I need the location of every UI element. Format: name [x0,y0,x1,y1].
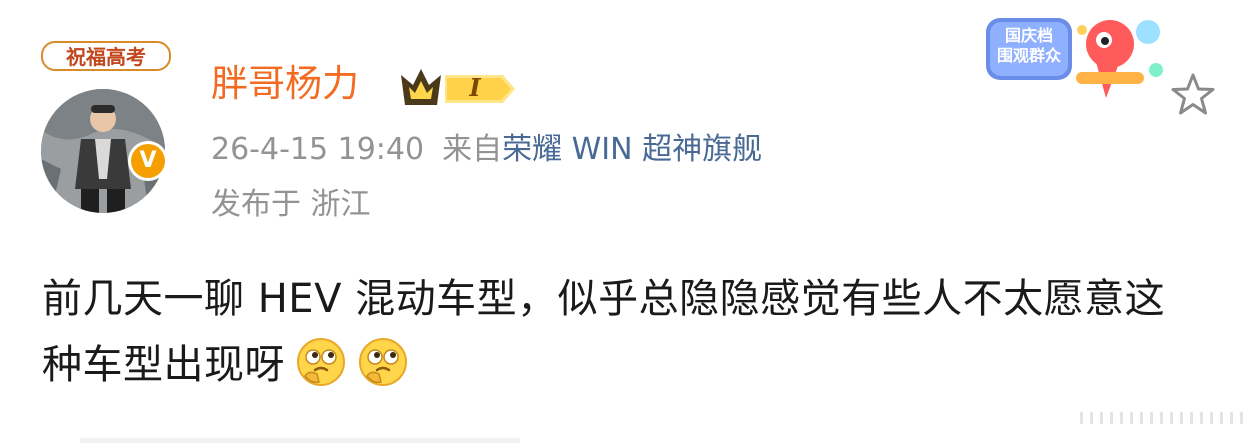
thinking-face-icon [295,336,347,388]
avatar-block[interactable]: 祝福高考 V [36,38,176,213]
event-badge-decoration[interactable]: 国庆档 围观群众 [978,10,1172,102]
avatar-banner-decoration: 祝福高考 [41,41,171,71]
verified-v-icon: V [128,141,168,181]
crown-vip-icon[interactable] [399,65,517,111]
weibo-post-card: 祝福高考 V 胖哥杨力 I 26-4-15 19:40 来自荣耀 WIN 超神旗… [0,0,1260,443]
thinking-face-icon [357,336,409,388]
bottom-divider [80,438,520,443]
event-badge-line1: 国庆档 [1004,26,1053,45]
avatar-banner-text: 祝福高考 [66,45,146,69]
dotted-divider [1080,412,1243,424]
post-timestamp[interactable]: 26-4-15 19:40 [211,132,424,167]
post-body: 前几天一聊 HEV 混动车型，似乎总隐隐感觉有些人不太愿意这种车型出现呀 [42,266,1202,398]
event-badge-text: 国庆档 围观群众 [992,26,1066,66]
author-name[interactable]: 胖哥杨力 [211,62,359,106]
source-device-link[interactable]: 荣耀 WIN 超神旗舰 [502,132,762,167]
event-badge-line2: 围观群众 [996,46,1061,65]
post-location: 发布于 浙江 [211,187,371,222]
vip-level: I [469,73,481,102]
post-content-text: 前几天一聊 HEV 混动车型，似乎总隐隐感觉有些人不太愿意这种车型出现呀 [42,276,1166,388]
star-outline-icon[interactable] [1168,70,1218,120]
source-prefix: 来自 [442,132,503,167]
post-meta: 26-4-15 19:40 来自荣耀 WIN 超神旗舰 [211,130,762,170]
